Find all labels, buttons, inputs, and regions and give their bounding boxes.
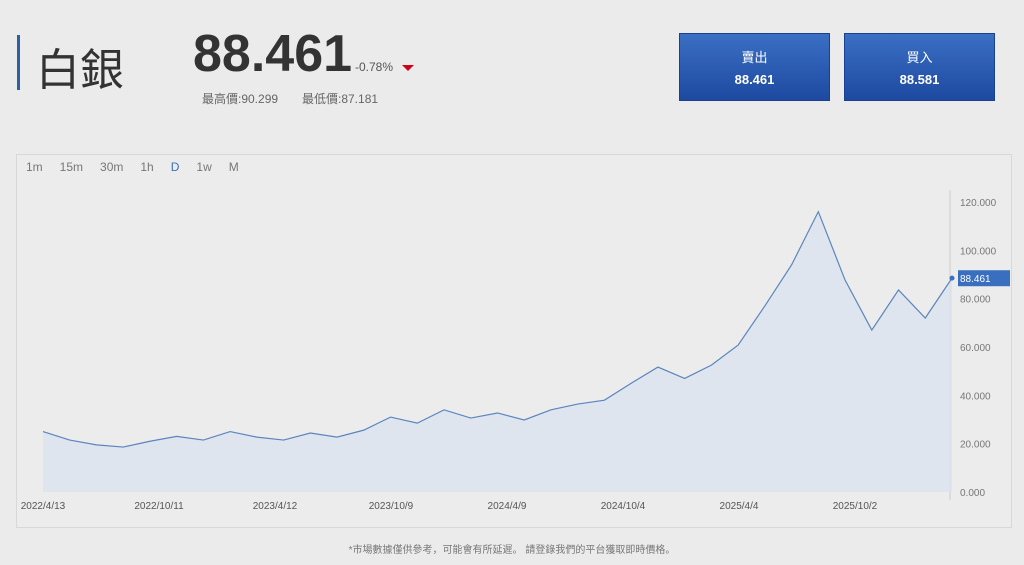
disclaimer: *市場數據僅供參考，可能會有所延遲。 請登錄我們的平台獲取即時價格。	[348, 545, 676, 556]
x-tick-label: 2025/10/2	[833, 501, 878, 512]
x-tick-label: 2023/4/12	[253, 501, 298, 512]
price-area	[43, 211, 952, 492]
last-point	[949, 275, 955, 281]
x-tick-label: 2022/4/13	[21, 501, 66, 512]
y-tick-label: 0.000	[960, 488, 985, 499]
x-tick-label: 2022/10/11	[134, 501, 184, 512]
y-tick-label: 120.000	[960, 198, 997, 209]
x-tick-label: 2025/4/4	[720, 501, 759, 512]
y-tick-label: 60.000	[960, 343, 991, 354]
y-tick-label: 80.000	[960, 295, 991, 306]
y-tick-label: 40.000	[960, 391, 991, 402]
y-tick-label: 100.000	[960, 246, 997, 257]
y-tick-label: 20.000	[960, 440, 991, 451]
x-tick-label: 2023/10/9	[369, 501, 414, 512]
x-tick-label: 2024/10/4	[601, 501, 646, 512]
last-price-label: 88.461	[960, 274, 991, 285]
x-tick-label: 2024/4/9	[488, 501, 527, 512]
price-chart[interactable]: 120.000 100.000 80.000 60.000 40.000 20.000 0.…	[0, 0, 1024, 565]
